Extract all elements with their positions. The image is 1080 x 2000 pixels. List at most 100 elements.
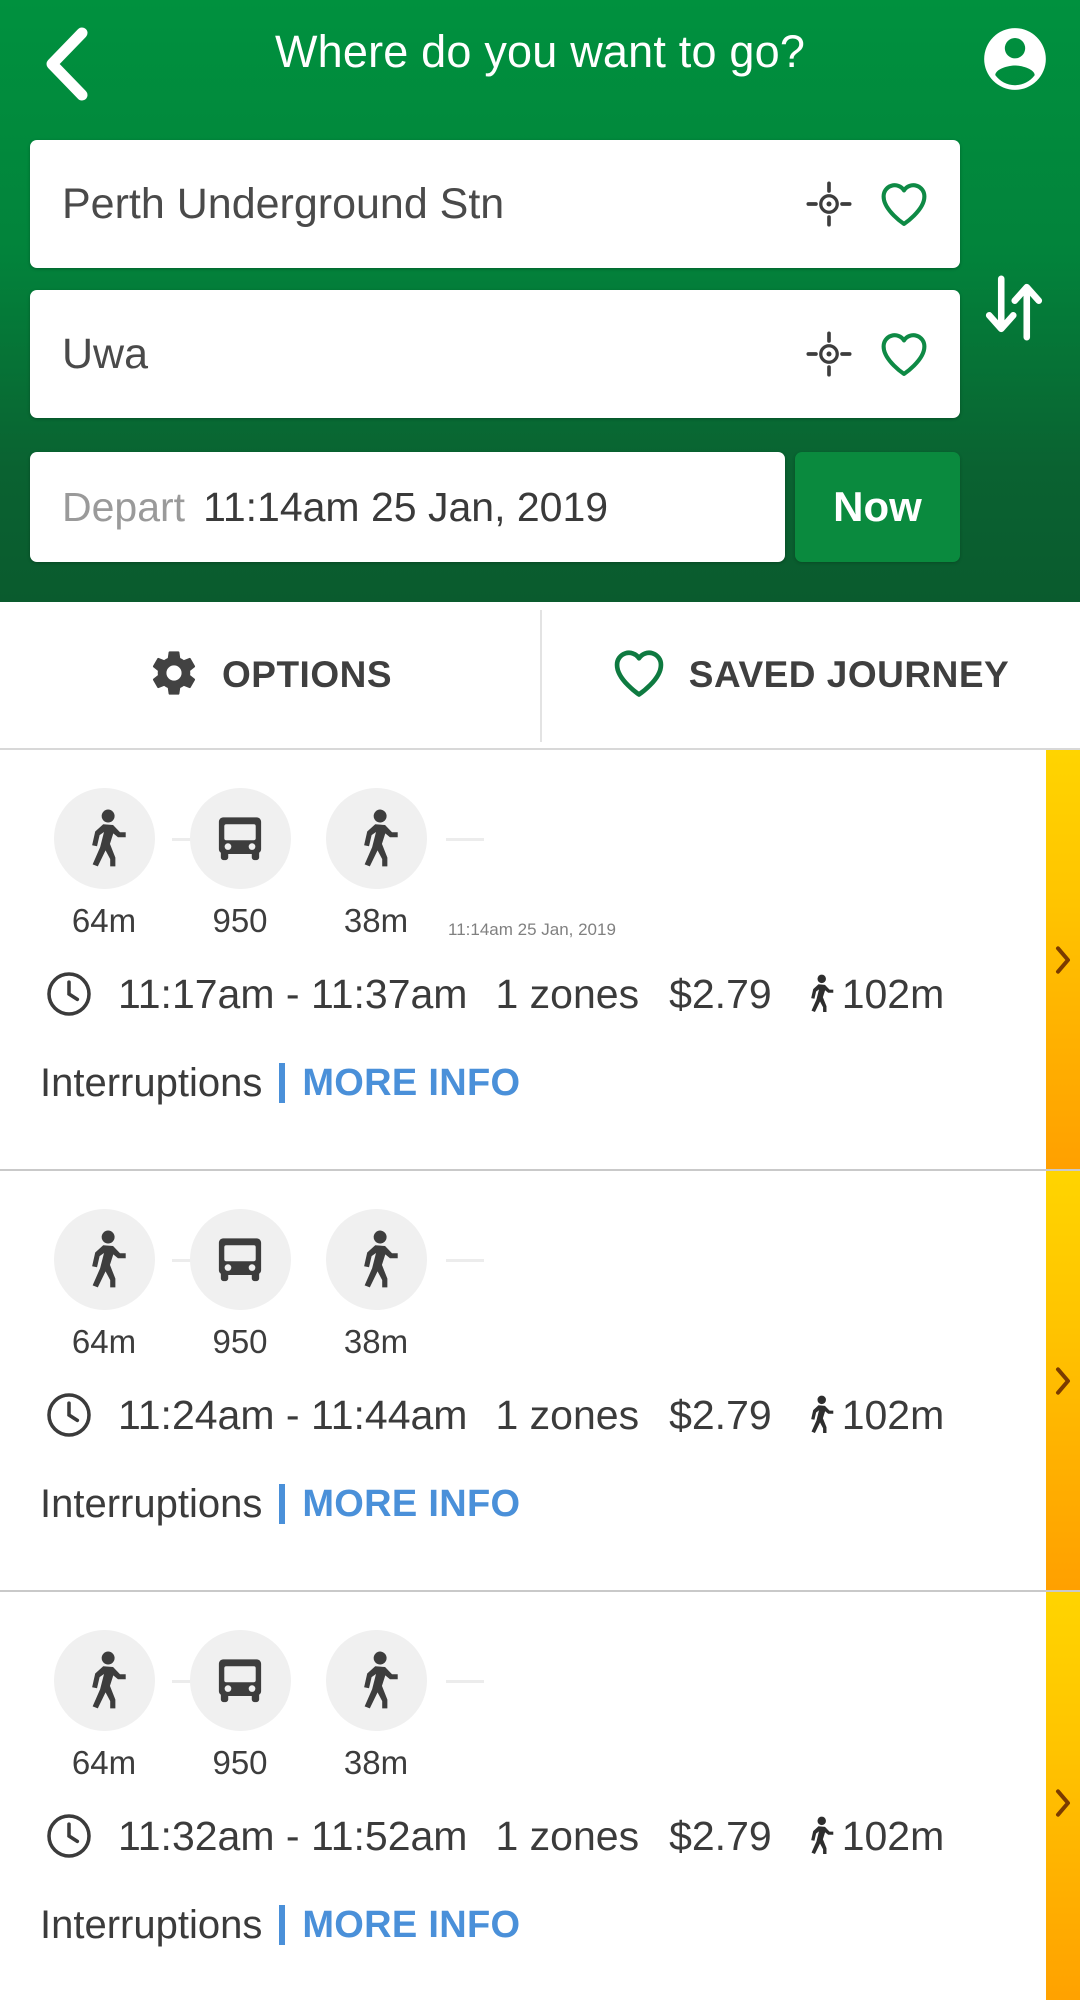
chevron-right-icon [1053, 943, 1073, 977]
journey-leg-label: 38m [343, 1323, 409, 1360]
journey-leg: 38m [308, 1630, 444, 1782]
journey-leg: 38m [308, 1209, 444, 1361]
journey-leg-label: 950 [212, 902, 268, 939]
journey-leg: 950 [172, 788, 484, 940]
tab-divider [540, 610, 542, 742]
tab-saved-journey-label: SAVED JOURNEY [688, 654, 1010, 695]
heart-outline-icon[interactable] [878, 330, 930, 378]
tab-saved-journey[interactable]: SAVED JOURNEY [540, 602, 1080, 748]
journey-leg: 950 [172, 1630, 484, 1782]
journey-result-card[interactable]: 64m 950 [0, 750, 1080, 1171]
journey-leg-label: 64m [71, 1744, 137, 1781]
journey-result-card[interactable]: 64m 950 [0, 1171, 1080, 1592]
swap-vertical-arrows-icon [983, 271, 1045, 350]
header-bar: Where do you want to go? [0, 0, 1080, 128]
origin-field[interactable]: Perth Underground Stn [30, 140, 960, 268]
journey-result-card[interactable]: 64m 950 [0, 1592, 1080, 2000]
journey-time-range: 11:24am - 11:44am [118, 1391, 468, 1438]
account-circle-icon [978, 22, 1052, 101]
journey-leg-label: 950 [212, 1744, 268, 1781]
journey-detail-row: 11:24am - 11:44am 1 zones $2.79 102m [44, 1387, 944, 1443]
bus-icon [189, 1630, 291, 1731]
journey-interruptions-row: Interruptions MORE INFO [40, 1477, 520, 1531]
interruptions-separator [279, 1063, 286, 1103]
tab-options-label: OPTIONS [221, 654, 393, 695]
clock-icon [44, 969, 94, 1019]
journey-leg-label: 950 [212, 1323, 268, 1360]
walking-icon [802, 970, 836, 1018]
destination-input[interactable]: Uwa [30, 330, 806, 379]
page-title: Where do you want to go? [274, 26, 806, 77]
origin-input[interactable]: Perth Underground Stn [30, 180, 806, 229]
more-info-link[interactable]: MORE INFO [302, 1904, 520, 1947]
journey-detail-strip[interactable] [1046, 1171, 1080, 1590]
crosshair-icon[interactable] [806, 331, 852, 377]
depart-label: Depart [62, 483, 186, 530]
journey-detail-row: 11:32am - 11:52am 1 zones $2.79 102m [44, 1808, 944, 1864]
journey-interruptions-row: Interruptions MORE INFO [40, 1898, 520, 1952]
destination-field-actions [806, 330, 960, 378]
depart-value: 11:14am 25 Jan, 2019 [203, 483, 609, 530]
more-info-link[interactable]: MORE INFO [302, 1483, 520, 1526]
chevron-right-icon [1053, 1786, 1073, 1820]
swap-origin-destination-button[interactable] [966, 262, 1062, 358]
interruptions-separator [279, 1905, 286, 1945]
interruptions-separator [279, 1484, 286, 1524]
tab-options[interactable]: OPTIONS [0, 602, 540, 748]
clock-icon [44, 1390, 94, 1440]
journey-time-range: 11:17am - 11:37am [118, 970, 468, 1017]
journey-price: $2.79 [669, 1812, 772, 1859]
leg-connector [446, 1259, 484, 1262]
more-info-link[interactable]: MORE INFO [302, 1062, 520, 1105]
journey-walk-distance: 102m [841, 970, 945, 1017]
journey-detail-strip[interactable] [1046, 1592, 1080, 2000]
tab-bar: OPTIONS SAVED JOURNEY [0, 602, 1080, 750]
walking-icon [53, 788, 155, 889]
journey-interruptions-row: Interruptions MORE INFO [40, 1056, 520, 1110]
walking-icon [802, 1391, 836, 1439]
journey-detail-strip[interactable] [1046, 750, 1080, 1169]
journey-timestamp: 11:14am 25 Jan, 2019 [448, 920, 616, 939]
app-screen: Where do you want to go? Perth Undergrou… [0, 0, 1080, 2000]
interruptions-label: Interruptions [40, 1902, 263, 1947]
now-button[interactable]: Now [795, 452, 960, 562]
origin-field-actions [806, 180, 960, 228]
gear-icon [148, 647, 200, 704]
walking-icon [325, 1209, 427, 1310]
leg-connector [446, 1680, 484, 1683]
heart-outline-icon [611, 647, 667, 704]
clock-icon [44, 1811, 94, 1861]
journey-zones: 1 zones [495, 970, 640, 1017]
journey-leg: 64m [36, 788, 210, 940]
journey-leg: 950 [172, 1209, 484, 1361]
walking-icon [325, 1630, 427, 1731]
account-button[interactable] [976, 22, 1054, 100]
destination-field[interactable]: Uwa [30, 290, 960, 418]
heart-outline-icon[interactable] [878, 180, 930, 228]
walking-icon [53, 1630, 155, 1731]
journey-leg: 64m [36, 1209, 210, 1361]
journey-leg-label: 38m [343, 1744, 409, 1781]
journey-walk-distance: 102m [841, 1812, 945, 1859]
journey-walk-distance: 102m [841, 1391, 945, 1438]
journey-zones: 1 zones [495, 1391, 640, 1438]
bus-icon [189, 788, 291, 889]
walking-icon [802, 1812, 836, 1860]
walking-icon [53, 1209, 155, 1310]
journey-results-list: 64m 950 38m 11:14am 25 Jan, 2019 11:17am… [0, 750, 1080, 2000]
journey-time-range: 11:32am - 11:52am [118, 1812, 468, 1859]
journey-detail-row: 11:17am - 11:37am 1 zones $2.79 102m [44, 966, 944, 1022]
crosshair-icon[interactable] [806, 181, 852, 227]
walking-icon [325, 788, 427, 889]
journey-leg-label: 38m [343, 902, 409, 939]
journey-zones: 1 zones [495, 1812, 640, 1859]
journey-leg-label: 64m [71, 1323, 137, 1360]
journey-leg: 64m [36, 1630, 210, 1782]
journey-leg-label: 64m [71, 902, 137, 939]
journey-legs: 64m 950 38m [36, 1209, 484, 1361]
leg-connector [446, 838, 484, 841]
interruptions-label: Interruptions [40, 1481, 263, 1526]
bus-icon [189, 1209, 291, 1310]
depart-datetime-field[interactable]: Depart 11:14am 25 Jan, 2019 [30, 452, 785, 562]
chevron-right-icon [1053, 1364, 1073, 1398]
